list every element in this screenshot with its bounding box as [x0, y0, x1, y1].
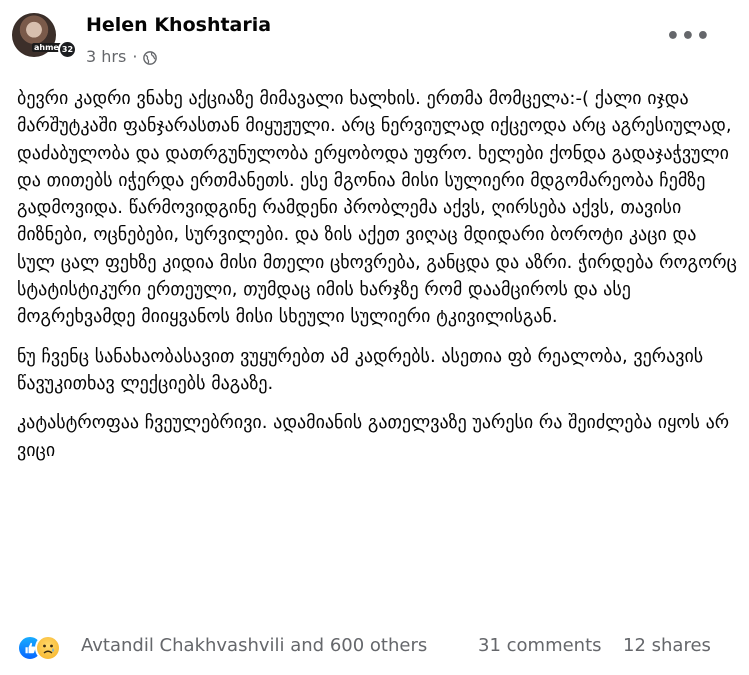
post-meta: 3 hrs · — [86, 47, 158, 66]
post-paragraph: ბევრი კადრი ვნახე აქციაზე მიმავალი ხალხი… — [17, 88, 737, 328]
meta-separator: · — [132, 47, 138, 66]
comments-count[interactable]: 31 comments — [478, 635, 602, 656]
shares-count[interactable]: 12 shares — [623, 635, 711, 656]
post-paragraph: კატასტროფაა ჩვეულებრივი. ადამიანის გათელ… — [17, 412, 730, 461]
author-name[interactable]: Helen Khoshtaria — [86, 14, 271, 36]
reaction-icons[interactable] — [17, 633, 63, 661]
facebook-post: ahmes! 32 Helen Khoshtaria 3 hrs · ••• ბ… — [0, 0, 749, 675]
post-paragraph: ნუ ჩვენც სანახაობასავით ვუყურებთ ამ კადრ… — [17, 345, 704, 394]
sad-reaction-icon — [35, 635, 61, 661]
avatar[interactable]: ahmes! 32 — [12, 13, 77, 59]
more-options-icon[interactable]: ••• — [666, 26, 711, 48]
avatar-story-count: 32 — [58, 40, 77, 59]
post-footer: Avtandil Chakhvashvili and 600 others 31… — [17, 633, 732, 661]
post-body: ბევრი კადრი ვნახე აქციაზე მიმავალი ხალხი… — [17, 85, 737, 476]
globe-icon[interactable] — [143, 50, 158, 65]
reactors-summary[interactable]: Avtandil Chakhvashvili and 600 others — [81, 635, 427, 656]
post-time[interactable]: 3 hrs — [86, 47, 126, 66]
